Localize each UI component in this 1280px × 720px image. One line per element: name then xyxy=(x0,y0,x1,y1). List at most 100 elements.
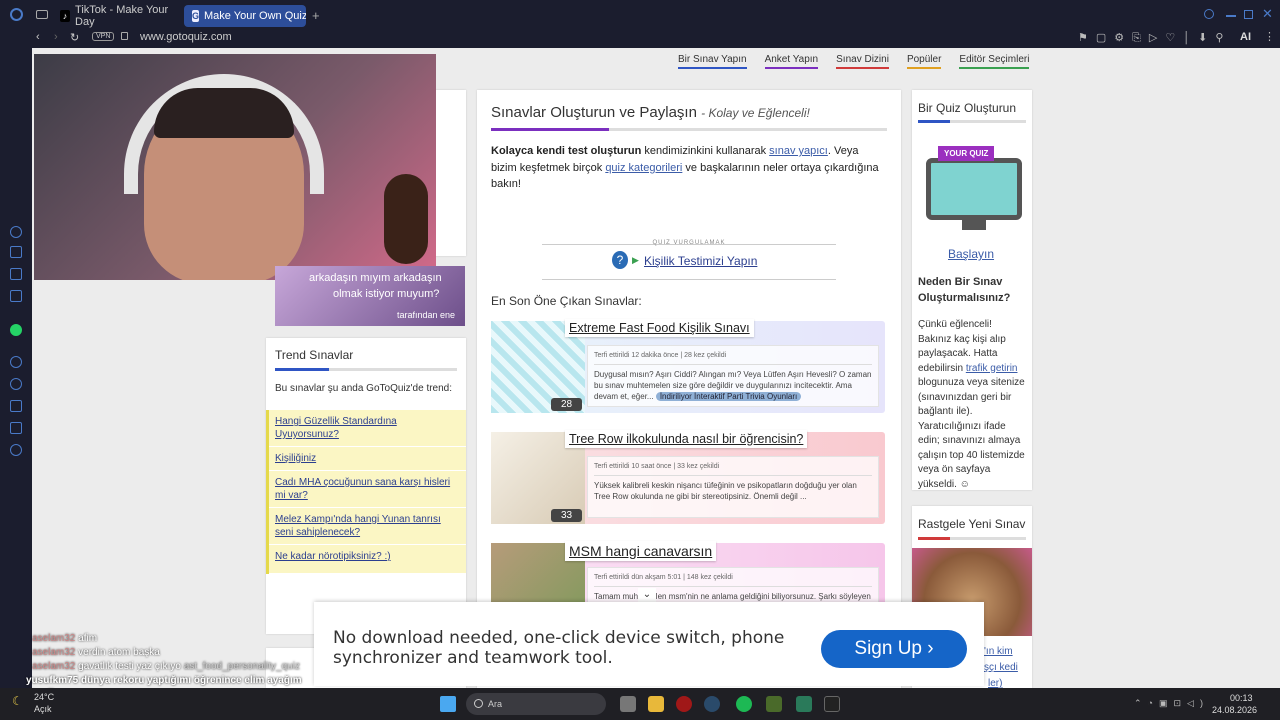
quiz-card[interactable]: 28 Extreme Fast Food Kişilik Sınavı Terf… xyxy=(491,319,885,413)
quiz-categories-link[interactable]: quiz kategorileri xyxy=(605,162,682,174)
app-icon[interactable] xyxy=(796,696,812,712)
clock-date[interactable]: 24.08.2026 xyxy=(1212,705,1257,715)
browser-sidebar xyxy=(0,48,32,688)
quiz-meta: Terfi ettirildi 12 dakika önce | 28 kez … xyxy=(594,350,872,365)
sidebar-pinboard-icon[interactable] xyxy=(10,268,22,280)
clock-time[interactable]: 00:13 xyxy=(1230,693,1253,703)
close-icon[interactable]: ✕ xyxy=(1262,6,1273,22)
ad-text: No download needed, one-click device swi… xyxy=(333,628,785,668)
maximize-icon[interactable] xyxy=(1244,10,1253,19)
sign-up-button[interactable]: Sign Up › xyxy=(821,630,967,668)
featured-heading: En Son Öne Çıkan Sınavlar: xyxy=(491,294,642,308)
trending-title-bar xyxy=(275,368,457,371)
quiz-info: Terfi ettirildi 12 dakika önce | 28 kez … xyxy=(587,345,879,407)
chat-message: aselam32 gavatlık testi yaz çıkıyo ast_f… xyxy=(32,661,300,672)
downloads-icon[interactable] xyxy=(10,400,22,412)
quiz-title-link[interactable]: MSM hangi canavarsın xyxy=(565,541,717,561)
random-quiz-title: Rastgele Yeni Sınav xyxy=(918,517,1026,531)
search-icon xyxy=(474,699,483,708)
whatsapp-icon[interactable] xyxy=(10,324,22,336)
random-title-bar xyxy=(918,537,1026,540)
promo-line2: olmak istiyor muyum? xyxy=(333,288,440,300)
search-tabs-icon[interactable] xyxy=(1204,9,1214,19)
sidebar-snapshot-icon[interactable] xyxy=(10,246,22,258)
tab-tiktok[interactable]: ♪ TikTok - Make Your Day xyxy=(52,4,180,28)
nav-editors-picks[interactable]: Editör Seçimleri xyxy=(959,54,1030,69)
promo-line1: arkadaşın mıyım arkadaşın xyxy=(309,272,442,284)
why-create-body: Çünkü eğlenceli! Bakınız kaç kişi alıp p… xyxy=(918,319,1025,490)
quiz-title-link[interactable]: Tree Row ilkokulunda nasıl bir öğrencisi… xyxy=(565,430,808,448)
start-link[interactable]: Başlayın xyxy=(948,247,994,261)
tray-icons[interactable]: ⌃◔▣⊡◁) xyxy=(1134,698,1209,709)
player-icon[interactable] xyxy=(10,356,22,368)
extension-icons[interactable]: ⚑▢⚙⎘▷♡│⬇⚲ xyxy=(1078,31,1231,45)
nav-make-quiz[interactable]: Bir Sınav Yapın xyxy=(678,54,747,69)
url-field[interactable]: www.gotoquiz.com xyxy=(140,31,232,43)
forward-icon[interactable]: › xyxy=(54,31,58,43)
nav-make-poll[interactable]: Anket Yapın xyxy=(764,54,819,69)
extensions-icon[interactable] xyxy=(10,422,22,434)
back-icon[interactable]: ‹ xyxy=(36,31,40,43)
task-view-icon[interactable] xyxy=(620,696,636,712)
spotify-icon[interactable] xyxy=(736,696,752,712)
start-button[interactable] xyxy=(440,696,456,712)
vpn-badge[interactable]: VPN xyxy=(92,32,115,41)
random-quiz-link[interactable]: ler) xyxy=(988,678,1002,688)
opera-taskbar-icon[interactable] xyxy=(676,696,692,712)
quiz-maker-link[interactable]: sınav yapıcı xyxy=(769,145,828,157)
weather-status: Açık xyxy=(34,704,52,714)
reload-icon[interactable]: ↻ xyxy=(70,31,79,44)
epic-games-icon[interactable] xyxy=(824,696,840,712)
quiz-badge: YOUR QUIZ xyxy=(938,146,995,161)
taskbar-search[interactable]: Ara xyxy=(466,693,606,715)
trending-list: Hangi Güzellik Standardına Uyuyorsunuz? … xyxy=(266,410,466,574)
promo-author: tarafından ene xyxy=(396,310,455,320)
promo-quiz-banner[interactable]: arkadaşın mıyım arkadaşın olmak istiyor … xyxy=(275,266,465,326)
app-icon[interactable] xyxy=(766,696,782,712)
top-navigation: Bir Sınav Yapın Anket Yapın Sınav Dizini… xyxy=(678,54,1030,69)
create-quiz-title: Bir Quiz Oluşturun xyxy=(918,101,1017,115)
question-icon: ? xyxy=(612,251,628,269)
file-explorer-icon[interactable] xyxy=(648,696,664,712)
your-quiz-illustration[interactable]: YOUR QUIZ xyxy=(918,140,1028,240)
trending-description: Bu sınavlar şu anda GoToQuiz'de trend: xyxy=(275,383,453,394)
trending-item[interactable]: Hangi Güzellik Standardına Uyuyorsunuz? xyxy=(269,410,466,447)
sidebar-flow-icon[interactable] xyxy=(10,226,22,238)
weather-icon: ☾ xyxy=(12,694,23,708)
traffic-link[interactable]: trafik getirin xyxy=(966,363,1018,374)
nav-quiz-directory[interactable]: Sınav Dizini xyxy=(836,54,889,69)
chevron-down-icon[interactable]: ⌄ xyxy=(638,588,656,602)
random-quiz-link[interactable]: şçı kedi xyxy=(984,662,1018,673)
trending-item[interactable]: Ne kadar nörotipiksiniz? :) xyxy=(269,545,466,574)
guitar-icon xyxy=(384,174,428,264)
quiz-card[interactable]: 33 Tree Row ilkokulunda nasıl bir öğrenc… xyxy=(491,430,885,524)
quiz-description: Yüksek kalibreli keskin nişancı tüfeğini… xyxy=(594,481,857,501)
sidebar-messenger-icon[interactable] xyxy=(10,290,22,302)
quiz-info: Terfi ettirildi 10 saat önce | 33 kez çe… xyxy=(587,456,879,518)
new-tab-button[interactable]: + xyxy=(312,8,320,23)
chat-message: aselam32 afim xyxy=(32,633,98,644)
settings-icon[interactable] xyxy=(10,444,22,456)
take-count: 28 xyxy=(551,398,583,411)
tab-gotoquiz[interactable]: G Make Your Own Quiz | Exp xyxy=(184,5,306,27)
trending-title: Trend Sınavlar xyxy=(275,348,354,362)
monitor-stand-icon xyxy=(962,220,986,230)
workspaces-icon[interactable] xyxy=(36,10,48,19)
trending-item[interactable]: Cadı MHA çocuğunun sana karşı hisleri mi… xyxy=(269,471,466,508)
menu-icon[interactable]: ⋮ xyxy=(1264,30,1275,43)
nav-popular[interactable]: Popüler xyxy=(906,54,942,69)
opera-logo-icon[interactable] xyxy=(10,8,23,21)
personality-test-link[interactable]: Kişilik Testimizi Yapın xyxy=(644,254,757,268)
ai-icon[interactable]: AI xyxy=(1240,31,1251,43)
history-icon[interactable] xyxy=(10,378,22,390)
minimize-icon[interactable] xyxy=(1226,15,1236,17)
trending-item[interactable]: Melez Kampı'nda hangi Yunan tanrısı seni… xyxy=(269,508,466,545)
random-quiz-link[interactable]: 'ın kim xyxy=(984,646,1013,657)
quiz-meta: Terfi ettirildi dün akşam 5:01 | 148 kez… xyxy=(594,572,872,587)
why-create-heading: Neden Bir Sınav Oluşturmalısınız? xyxy=(918,276,1011,304)
quiz-title-link[interactable]: Extreme Fast Food Kişilik Sınavı xyxy=(565,319,754,337)
steam-icon[interactable] xyxy=(704,696,720,712)
taskbar: ☾ 24°C Açık Ara ⌃◔▣⊡◁) 00:13 24.08.2026 xyxy=(0,688,1280,720)
trending-item[interactable]: Kişiliğiniz xyxy=(269,447,466,471)
quiz-tag[interactable]: İndiriliyor İnteraktif Parti Trivia Oyun… xyxy=(655,392,802,401)
